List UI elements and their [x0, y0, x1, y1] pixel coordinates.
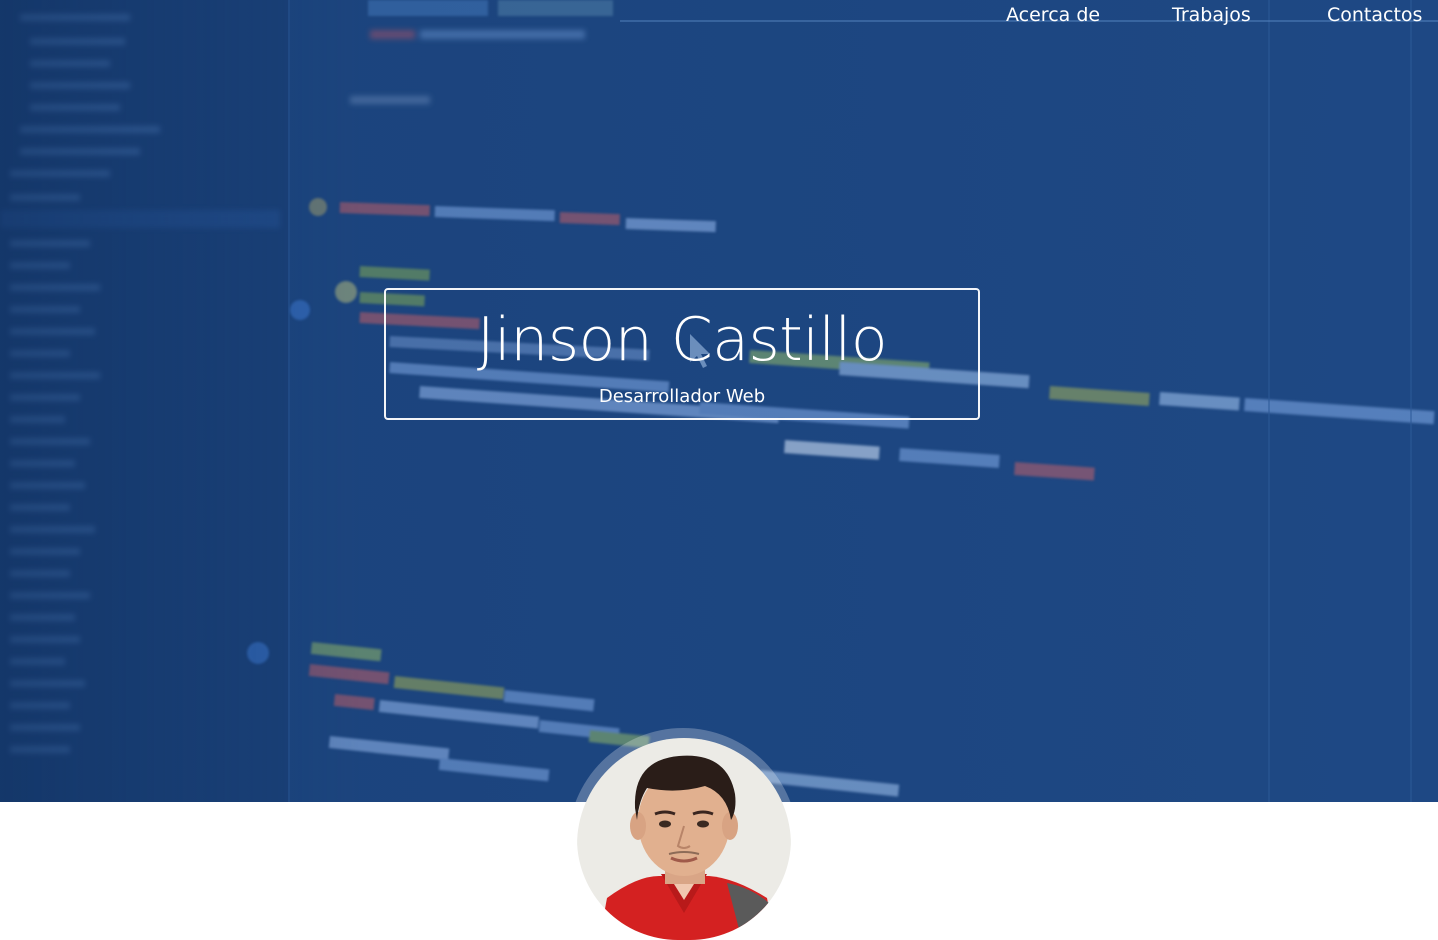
nav-link-trabajos[interactable]: Trabajos	[1172, 1, 1251, 29]
nav-link-acerca-de[interactable]: Acerca de	[1006, 1, 1100, 29]
nav-link-contactos[interactable]: Contactos	[1327, 1, 1422, 29]
profile-photo-icon	[577, 738, 791, 940]
avatar	[577, 738, 791, 940]
hero-section: Acerca de Trabajos Contactos Jinson Cast…	[0, 0, 1438, 802]
page: Acerca de Trabajos Contactos Jinson Cast…	[0, 0, 1438, 940]
hero-title-box: Jinson Castillo Desarrollador Web	[384, 288, 980, 420]
page-subtitle: Desarrollador Web	[598, 386, 766, 407]
page-title: Jinson Castillo	[476, 305, 888, 375]
